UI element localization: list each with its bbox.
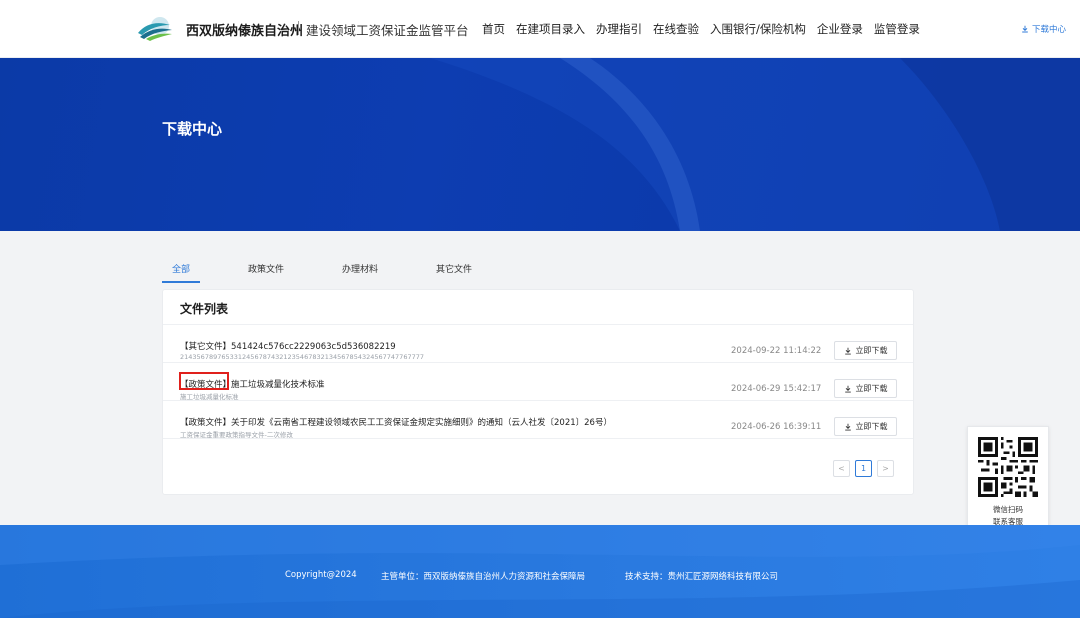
file-date: 2024-09-22 11:14:22 [731, 346, 822, 356]
download-icon [844, 385, 851, 392]
highlight-box [179, 372, 229, 390]
tab-other[interactable]: 其它文件 [426, 262, 482, 281]
tab-policy[interactable]: 政策文件 [238, 262, 294, 281]
top-header: 西双版纳傣族自治州 建设领域工资保证金监管平台 首页 在建项目录入 办理指引 在… [0, 0, 1080, 58]
banner-decoration [430, 58, 1080, 231]
download-center-link[interactable]: 下载中心 [1021, 23, 1066, 35]
category-tabs: 全部 政策文件 办理材料 其它文件 [162, 262, 520, 283]
download-icon [844, 423, 851, 430]
file-row: 【政策文件】关于印发《云南省工程建设领域农民工工资保证金规定实施细则》的通知（云… [163, 401, 913, 439]
file-title[interactable]: 【其它文件】541424c576cc2229063c5d536082219 [180, 340, 396, 352]
download-button-label: 立即下载 [855, 384, 888, 393]
header-divider [298, 21, 299, 35]
main-nav: 首页 在建项目录入 办理指引 在线查验 入围银行/保险机构 企业登录 监管登录 [482, 21, 920, 37]
page-button[interactable]: 1 [855, 460, 872, 477]
download-button[interactable]: 立即下载 [834, 379, 897, 398]
panel-title: 文件列表 [180, 302, 229, 316]
nav-home[interactable]: 首页 [482, 21, 505, 37]
customer-service-qr[interactable]: 微信扫码 联系客服 [967, 426, 1049, 538]
next-page-button[interactable]: > [877, 460, 894, 477]
file-title[interactable]: 【政策文件】关于印发《云南省工程建设领域农民工工资保证金规定实施细则》的通知（云… [180, 416, 612, 428]
file-date: 2024-06-26 16:39:11 [731, 422, 822, 432]
nav-banks-insurance[interactable]: 入围银行/保险机构 [710, 21, 806, 37]
pagination: < 1 > [833, 460, 894, 477]
file-subtitle: 施工垃圾减量化标准 [180, 393, 239, 401]
footer-copyright: Copyright@2024 [285, 570, 357, 580]
file-list-panel: 文件列表 【其它文件】541424c576cc2229063c5d5360822… [162, 289, 914, 495]
platform-logo-icon [138, 17, 172, 41]
banner-title: 下载中心 [162, 120, 223, 138]
qr-caption-line1: 微信扫码 [993, 505, 1023, 514]
org-name: 西双版纳傣族自治州 [186, 24, 304, 39]
download-icon [844, 347, 851, 354]
download-center-label: 下载中心 [1031, 25, 1066, 35]
download-button[interactable]: 立即下载 [834, 341, 897, 360]
page-banner: 下载中心 [0, 58, 1080, 231]
nav-online-check[interactable]: 在线查验 [653, 21, 699, 37]
nav-supervisor-login[interactable]: 监管登录 [874, 21, 920, 37]
download-button-label: 立即下载 [855, 346, 888, 355]
nav-enterprise-login[interactable]: 企业登录 [817, 21, 863, 37]
file-subtitle: 2143567897653312456787432123546783213456… [180, 353, 424, 361]
prev-page-button[interactable]: < [833, 460, 850, 477]
platform-name: 建设领域工资保证金监管平台 [306, 23, 469, 38]
footer-support: 技术支持：贵州汇匠源网络科技有限公司 [625, 572, 779, 582]
page-footer: Copyright@2024 主管单位：西双版纳傣族自治州人力资源和社会保障局 … [0, 525, 1080, 618]
footer-sponsor: 主管单位：西双版纳傣族自治州人力资源和社会保障局 [381, 572, 586, 582]
file-row: 【政策文件】施工垃圾减量化技术标准 施工垃圾减量化标准 2024-06-29 1… [163, 363, 913, 401]
download-icon [1022, 25, 1028, 33]
tab-materials[interactable]: 办理材料 [332, 262, 388, 281]
file-row: 【其它文件】541424c576cc2229063c5d536082219 21… [163, 325, 913, 363]
tab-all[interactable]: 全部 [162, 262, 201, 283]
qr-code-icon [978, 437, 1038, 497]
download-button-label: 立即下载 [855, 422, 888, 431]
download-button[interactable]: 立即下载 [834, 417, 897, 436]
nav-guide[interactable]: 办理指引 [596, 21, 642, 37]
file-subtitle: 工资保证金重要政策指导文件-二次修改 [180, 431, 293, 439]
file-date: 2024-06-29 15:42:17 [731, 384, 822, 394]
nav-project-entry[interactable]: 在建项目录入 [516, 21, 585, 37]
